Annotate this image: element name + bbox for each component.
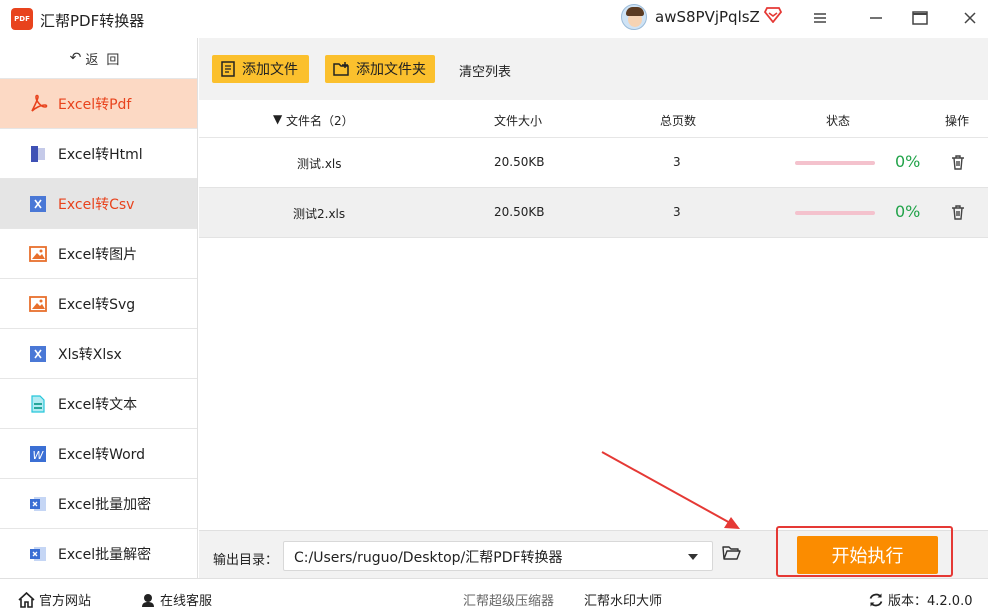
start-button[interactable]: 开始执行 [797,536,938,574]
output-dir-select[interactable]: C:/Users/ruguo/Desktop/汇帮PDF转换器 [283,541,713,571]
maximize-icon [912,11,928,25]
minimize-icon [870,17,882,19]
sidebar-item-label: Excel转Svg [58,296,136,313]
progress-bar [795,211,875,215]
output-dir-label: 输出目录： [213,553,279,568]
sidebar-item-excel-to-image[interactable]: Excel转图片 [0,228,197,278]
add-file-label: 添加文件 [242,62,298,78]
add-folder-label: 添加文件夹 [356,62,426,78]
vip-diamond-icon[interactable] [764,7,782,23]
online-service-label: 在线客服 [160,594,213,609]
sidebar-item-excel-decrypt[interactable]: Excel批量解密 [0,528,197,578]
sort-down-icon[interactable]: ▼ [273,112,282,126]
sidebar: ↶ 返回 Excel转Pdf Excel转Html Excel转Csv Exce… [0,38,198,578]
sidebar-item-excel-to-text[interactable]: Excel转文本 [0,378,197,428]
back-label: 返回 [85,52,128,68]
trash-icon[interactable] [950,154,966,171]
add-file-icon [221,61,235,77]
table-row[interactable]: 测试2.xls 20.50KB 3 0% [199,188,988,238]
excel-icon [28,344,48,364]
output-dir-value: C:/Users/ruguo/Desktop/汇帮PDF转换器 [294,550,563,566]
sidebar-item-label: Excel转图片 [58,246,138,263]
clear-list-button[interactable]: 清空列表 [459,61,511,80]
sidebar-item-label: Xls转Xlsx [58,346,122,363]
excel-unlock-icon [28,544,48,564]
sidebar-item-label: Excel转Csv [58,196,135,213]
file-name: 测试.xls [297,157,342,171]
footer: 官方网站 在线客服 汇帮超级压缩器 汇帮水印大师 版本：4.2.0.0 [0,578,988,614]
add-folder-icon [333,62,349,76]
progress-bar [795,161,875,165]
table-header: ▼ 文件名（2） 文件大小 总页数 状态 操作 [199,100,988,138]
svg-text:W: W [33,449,45,462]
output-bar: 输出目录： C:/Users/ruguo/Desktop/汇帮PDF转换器 开始… [199,526,988,578]
maximize-button[interactable] [906,6,934,30]
annotation-arrow [601,451,740,529]
app-title: 汇帮PDF转换器 [40,12,145,30]
column-header-name[interactable]: 文件名（2） [286,112,354,129]
pdf-icon [28,94,48,114]
word-icon: W [28,444,48,464]
version-label: 版本：4.2.0.0 [888,594,973,609]
page-count: 3 [673,205,681,219]
sidebar-item-label: Excel批量加密 [58,496,152,513]
excel-lock-icon [28,494,48,514]
table-row[interactable]: 测试.xls 20.50KB 3 0% [199,138,988,188]
image-icon [28,294,48,314]
sidebar-item-label: Excel转文本 [58,396,138,413]
toolbar: 添加文件 添加文件夹 清空列表 [199,38,988,100]
compressor-link[interactable]: 汇帮超级压缩器 [463,590,554,609]
online-service-link[interactable]: 在线客服 [140,590,212,609]
text-file-icon [28,394,48,414]
sidebar-item-excel-to-svg[interactable]: Excel转Svg [0,278,197,328]
html-icon [28,144,48,164]
app-logo-icon: PDF [11,8,33,30]
dropdown-caret-icon [688,554,698,560]
column-header-pages: 总页数 [660,114,697,128]
title-bar: PDF 汇帮PDF转换器 awS8PVjPqlsZ [0,0,988,38]
sidebar-item-excel-to-csv[interactable]: Excel转Csv [0,178,197,228]
open-folder-icon[interactable] [722,545,741,561]
sidebar-item-xls-to-xlsx[interactable]: Xls转Xlsx [0,328,197,378]
sidebar-item-excel-encrypt[interactable]: Excel批量加密 [0,478,197,528]
username[interactable]: awS8PVjPqlsZ [655,8,760,26]
file-name: 测试2.xls [293,207,346,221]
minimize-button[interactable] [862,6,890,30]
sidebar-item-label: Excel批量解密 [58,546,152,563]
official-website-link[interactable]: 官方网站 [18,590,91,609]
column-header-action: 操作 [945,114,970,128]
image-icon [28,244,48,264]
headset-icon [142,593,154,607]
progress-percent: 0% [895,152,921,171]
sidebar-item-excel-to-pdf[interactable]: Excel转Pdf [0,78,197,128]
progress-percent: 0% [895,202,921,221]
sidebar-item-label: Excel转Word [58,446,146,463]
hamburger-icon [814,13,826,23]
close-icon [964,12,976,24]
column-header-status: 状态 [826,114,851,128]
sidebar-item-label: Excel转Pdf [58,96,132,113]
refresh-icon [869,593,883,606]
back-arrow-icon: ↶ [69,50,82,66]
trash-icon[interactable] [950,204,966,221]
sidebar-item-label: Excel转Html [58,146,143,163]
column-header-size: 文件大小 [494,114,543,128]
version-info[interactable]: 版本：4.2.0.0 [868,590,972,609]
page-count: 3 [673,155,681,169]
main-panel: 添加文件 添加文件夹 清空列表 ▼ 文件名（2） 文件大小 总页数 状态 操作 … [199,38,988,530]
file-size: 20.50KB [494,155,545,169]
file-size: 20.50KB [494,205,545,219]
back-button[interactable]: ↶ 返回 [0,38,197,78]
add-file-button[interactable]: 添加文件 [212,55,309,83]
add-folder-button[interactable]: 添加文件夹 [325,55,435,83]
excel-icon [28,194,48,214]
sidebar-item-excel-to-word[interactable]: W Excel转Word [0,428,197,478]
sidebar-item-excel-to-html[interactable]: Excel转Html [0,128,197,178]
official-website-label: 官方网站 [39,594,92,609]
close-button[interactable] [956,6,984,30]
home-icon [18,591,35,608]
user-avatar[interactable] [621,4,647,30]
watermark-link[interactable]: 汇帮水印大师 [584,590,662,609]
menu-button[interactable] [806,6,834,30]
